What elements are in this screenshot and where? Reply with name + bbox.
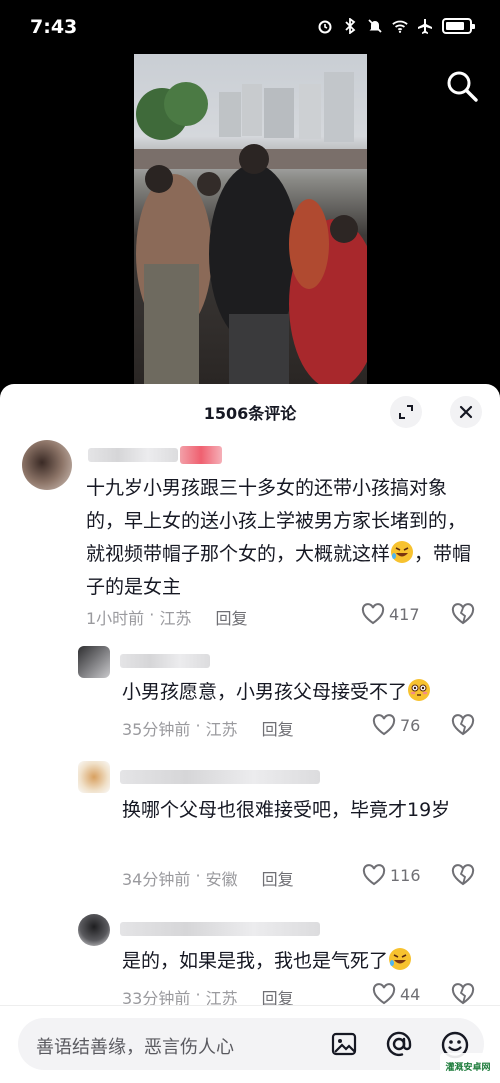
- alarm-icon: [317, 18, 333, 34]
- bluetooth-icon: [342, 18, 358, 34]
- username-blurred[interactable]: [120, 654, 210, 668]
- reply-button[interactable]: 回复: [215, 605, 247, 629]
- avatar[interactable]: [22, 440, 72, 490]
- dislike-button[interactable]: [451, 603, 475, 629]
- like-button[interactable]: 417: [361, 603, 420, 625]
- username-blurred[interactable]: [120, 770, 320, 784]
- comment-text: 小男孩愿意，小男孩父母接受不了: [122, 676, 472, 709]
- like-count: 417: [389, 604, 420, 624]
- broken-heart-icon: [451, 983, 475, 1005]
- comment-count-title: 1506条评论: [203, 404, 297, 423]
- username-blurred[interactable]: [120, 922, 320, 936]
- comment-meta: 35分钟前 · 江苏 回复: [122, 716, 294, 740]
- avatar[interactable]: [78, 761, 110, 793]
- expand-button[interactable]: [390, 396, 422, 428]
- at-sign-icon: [386, 1031, 412, 1057]
- rofl-emoji-icon: [389, 948, 412, 970]
- status-bar: 7:43: [0, 0, 500, 54]
- status-icons: [317, 18, 475, 34]
- rofl-emoji-icon: [391, 541, 414, 563]
- reply-button[interactable]: 回复: [262, 716, 294, 740]
- flushed-emoji-icon: [408, 679, 431, 701]
- broken-heart-icon: [451, 603, 475, 625]
- avatar[interactable]: [78, 914, 110, 946]
- comment-input-bar: 善语结善缘，恶言伤人心 灌溉安卓网: [0, 1005, 500, 1083]
- comment-meta: 34分钟前 · 安徽 回复: [122, 866, 294, 890]
- comment-text: 是的，如果是我，我也是气死了: [122, 945, 472, 978]
- comment-text: 十九岁小男孩跟三十多女的还带小孩搞对象的，早上女的送小孩上学被男方家长堵到的，就…: [86, 477, 472, 598]
- like-button[interactable]: 44: [372, 983, 420, 1005]
- broken-heart-icon: [451, 714, 475, 736]
- search-button[interactable]: [444, 68, 480, 104]
- wifi-icon: [392, 18, 408, 34]
- expand-icon: [399, 405, 413, 419]
- comment-meta: 1小时前 · 江苏 回复: [86, 605, 248, 629]
- like-button[interactable]: 116: [362, 864, 421, 886]
- broken-heart-icon: [451, 864, 475, 886]
- dislike-button[interactable]: [451, 864, 475, 890]
- avatar[interactable]: [78, 646, 110, 678]
- username-blurred[interactable]: [88, 448, 178, 462]
- battery-level: [446, 22, 464, 30]
- close-button[interactable]: [450, 396, 482, 428]
- like-button[interactable]: 76: [372, 714, 420, 736]
- mention-button[interactable]: [385, 1030, 415, 1060]
- comment-time: 35分钟前: [122, 720, 191, 739]
- mute-icon: [367, 18, 383, 34]
- image-icon: [331, 1032, 357, 1056]
- comment-time: 34分钟前: [122, 870, 191, 889]
- like-count: 116: [390, 865, 421, 885]
- comment-sheet: 1506条评论 十九岁小男孩跟三十多女的还带小孩搞对象的，早上女的送小孩上学被男…: [0, 384, 500, 1083]
- close-icon: [459, 405, 473, 419]
- dislike-button[interactable]: [451, 714, 475, 740]
- user-badge-blurred: [180, 446, 222, 464]
- battery-icon: [442, 18, 475, 34]
- heart-icon: [362, 864, 386, 886]
- video-player[interactable]: [0, 54, 500, 384]
- like-count: 44: [400, 984, 421, 1004]
- video-scene-image: [134, 72, 367, 384]
- like-count: 76: [400, 715, 421, 735]
- comment-location: 江苏: [159, 609, 192, 628]
- heart-icon: [361, 603, 385, 625]
- reply-button[interactable]: 回复: [262, 866, 294, 890]
- status-time: 7:43: [30, 16, 78, 38]
- comment-location: 安徽: [205, 870, 238, 889]
- video-frame: [134, 54, 367, 384]
- heart-icon: [372, 983, 396, 1005]
- image-button[interactable]: [330, 1030, 360, 1060]
- watermark-logo: 灌溉安卓网: [440, 1053, 496, 1079]
- airplane-mode-icon: [417, 18, 433, 34]
- heart-icon: [372, 714, 396, 736]
- comment-time: 1小时前: [86, 609, 145, 628]
- search-icon: [447, 71, 478, 102]
- comment-location: 江苏: [205, 720, 238, 739]
- comment-text: 换哪个父母也很难接受吧，毕竟才19岁: [122, 799, 451, 821]
- comment-input-placeholder: 善语结善缘，恶言伤人心: [36, 1037, 234, 1058]
